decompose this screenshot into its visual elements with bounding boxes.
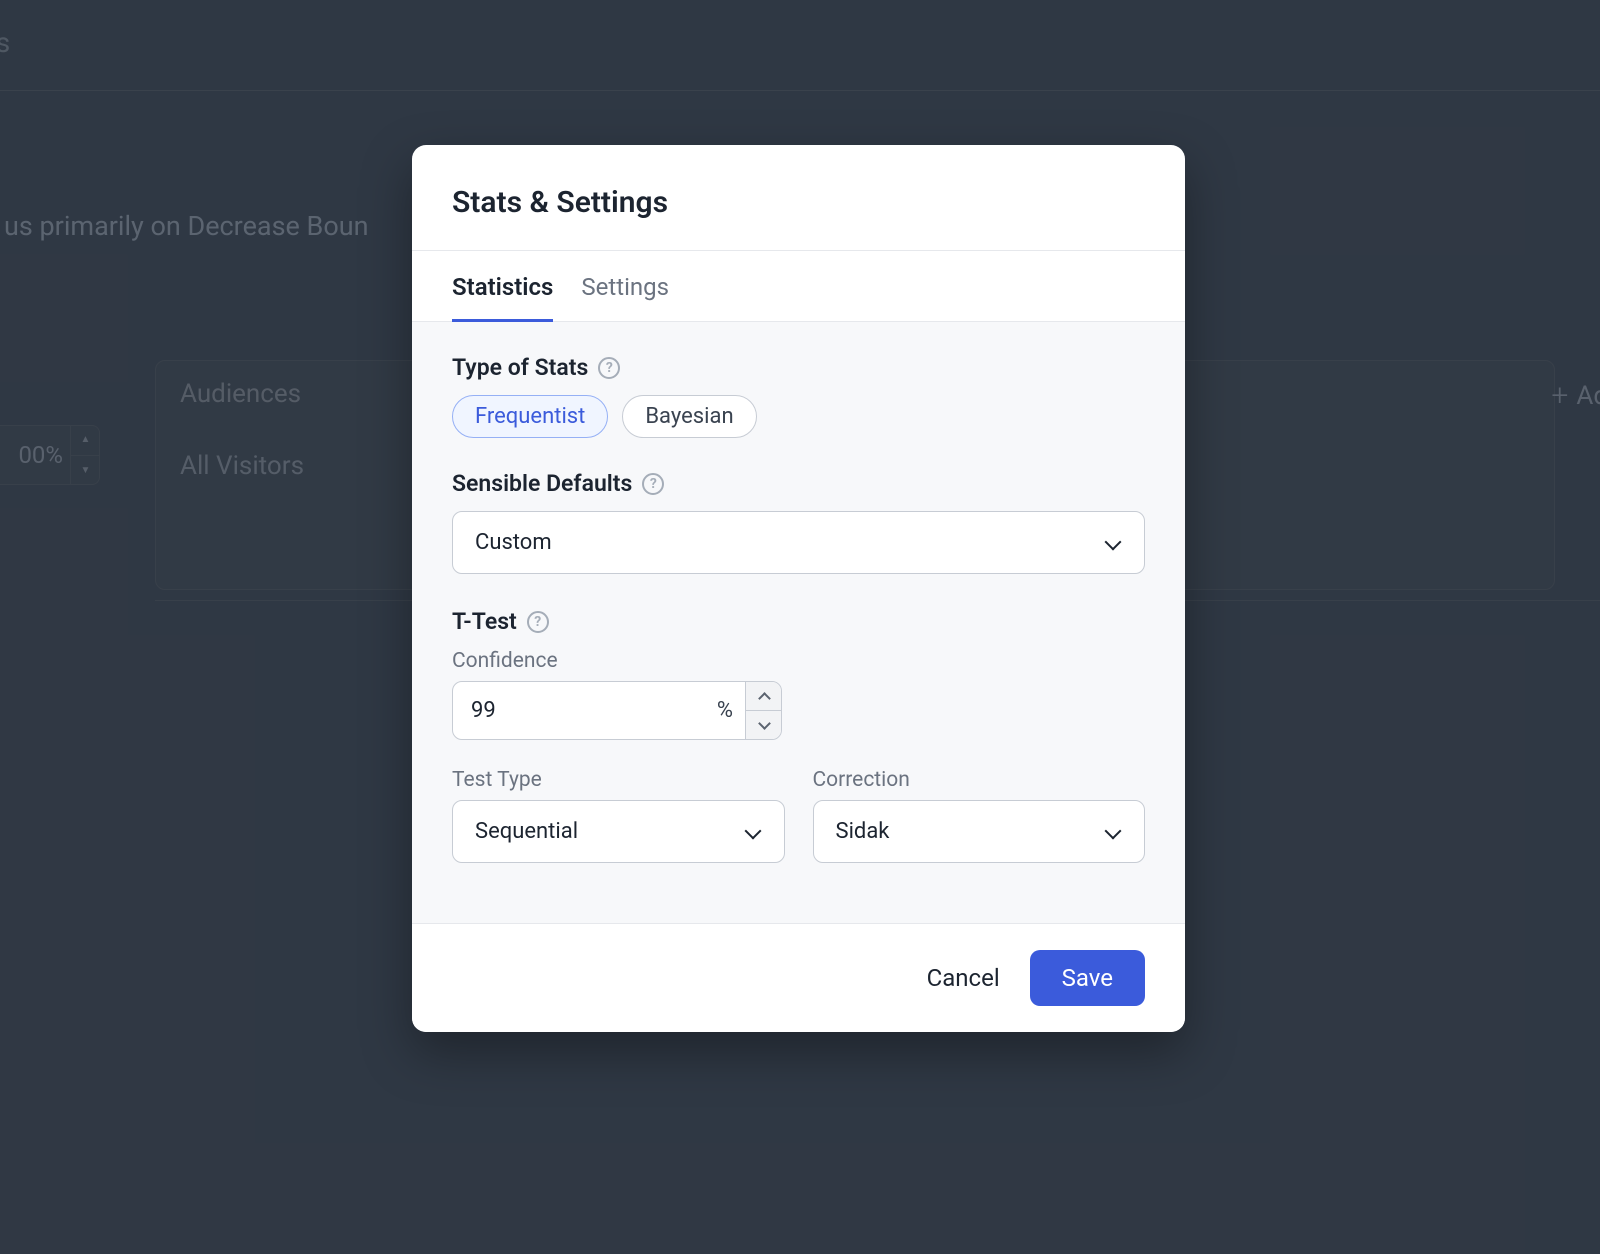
correction-field: Correction Sidak — [813, 768, 1146, 863]
modal-header: Stats & Settings — [412, 145, 1185, 251]
chevron-down-icon — [1104, 534, 1122, 552]
t-test-row: Test Type Sequential Correction Sidak — [452, 768, 1145, 863]
test-type-select[interactable]: Sequential — [452, 800, 785, 863]
t-test-label: T-Test — [452, 608, 517, 635]
type-of-stats-label: Type of Stats — [452, 354, 588, 381]
sensible-defaults-label: Sensible Defaults — [452, 470, 632, 497]
chevron-down-icon — [1104, 823, 1122, 841]
pill-frequentist[interactable]: Frequentist — [452, 395, 608, 438]
test-type-field: Test Type Sequential — [452, 768, 785, 863]
sensible-defaults-header: Sensible Defaults ? — [452, 470, 1145, 497]
sensible-defaults-value: Custom — [475, 530, 552, 555]
t-test-header: T-Test ? — [452, 608, 1145, 635]
chevron-up-icon — [759, 691, 769, 701]
cancel-button[interactable]: Cancel — [927, 964, 1000, 992]
confidence-step-down[interactable] — [746, 711, 781, 739]
confidence-label: Confidence — [452, 649, 1145, 673]
help-icon[interactable]: ? — [598, 357, 620, 379]
help-icon[interactable]: ? — [642, 473, 664, 495]
stats-settings-modal: Stats & Settings Statistics Settings Typ… — [412, 145, 1185, 1032]
tab-statistics[interactable]: Statistics — [452, 251, 553, 322]
confidence-input-wrap: % — [452, 681, 782, 740]
test-type-label: Test Type — [452, 768, 785, 792]
type-of-stats-options: Frequentist Bayesian — [452, 395, 1145, 438]
modal-tabs: Statistics Settings — [412, 251, 1185, 322]
sensible-defaults-select[interactable]: Custom — [452, 511, 1145, 574]
confidence-step-up[interactable] — [746, 682, 781, 711]
confidence-unit: % — [705, 682, 745, 739]
save-button[interactable]: Save — [1030, 950, 1145, 1006]
confidence-steppers — [745, 682, 781, 739]
test-type-value: Sequential — [475, 819, 578, 844]
help-icon[interactable]: ? — [527, 611, 549, 633]
confidence-field: Confidence % — [452, 649, 1145, 740]
type-of-stats-header: Type of Stats ? — [452, 354, 1145, 381]
chevron-down-icon — [759, 720, 769, 730]
confidence-input[interactable] — [453, 682, 705, 739]
tab-settings[interactable]: Settings — [581, 251, 669, 322]
chevron-down-icon — [744, 823, 762, 841]
correction-label: Correction — [813, 768, 1146, 792]
modal-footer: Cancel Save — [412, 923, 1185, 1032]
correction-select[interactable]: Sidak — [813, 800, 1146, 863]
modal-title: Stats & Settings — [452, 185, 1145, 220]
correction-value: Sidak — [836, 819, 890, 844]
pill-bayesian[interactable]: Bayesian — [622, 395, 756, 438]
modal-body: Type of Stats ? Frequentist Bayesian Sen… — [412, 322, 1185, 923]
